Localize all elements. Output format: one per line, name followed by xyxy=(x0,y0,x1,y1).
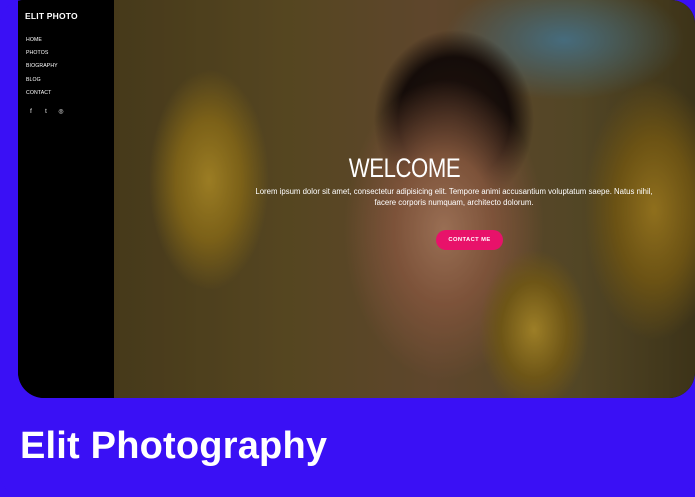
nav-item-biography[interactable]: BIOGRAPHY xyxy=(26,62,58,75)
hero-description: Lorem ipsum dolor sit amet, consectetur … xyxy=(255,187,653,207)
instagram-icon[interactable]: ◎ xyxy=(58,109,64,116)
hero-section: WELCOME Lorem ipsum dolor sit amet, cons… xyxy=(114,0,695,398)
nav-item-contact[interactable]: CONTACT xyxy=(26,89,58,102)
hero-title: WELCOME xyxy=(348,153,461,183)
sidebar: ELIT PHOTO HOME PHOTOS BIOGRAPHY BLOG CO… xyxy=(18,0,114,398)
nav-item-home[interactable]: HOME xyxy=(26,36,58,49)
contact-me-button[interactable]: CONTACT ME xyxy=(436,230,503,250)
facebook-icon[interactable]: f xyxy=(28,109,34,116)
twitter-icon[interactable]: t xyxy=(43,109,49,116)
showcase-caption: Elit Photography xyxy=(20,425,328,467)
website-preview: ELIT PHOTO HOME PHOTOS BIOGRAPHY BLOG CO… xyxy=(18,0,695,398)
nav-item-blog[interactable]: BLOG xyxy=(26,76,58,89)
nav-item-photos[interactable]: PHOTOS xyxy=(26,49,58,62)
showcase-card: ELIT PHOTO HOME PHOTOS BIOGRAPHY BLOG CO… xyxy=(0,0,695,497)
main-nav: HOME PHOTOS BIOGRAPHY BLOG CONTACT xyxy=(26,36,58,102)
social-links: f t ◎ xyxy=(28,109,64,116)
site-logo[interactable]: ELIT PHOTO xyxy=(25,11,78,21)
